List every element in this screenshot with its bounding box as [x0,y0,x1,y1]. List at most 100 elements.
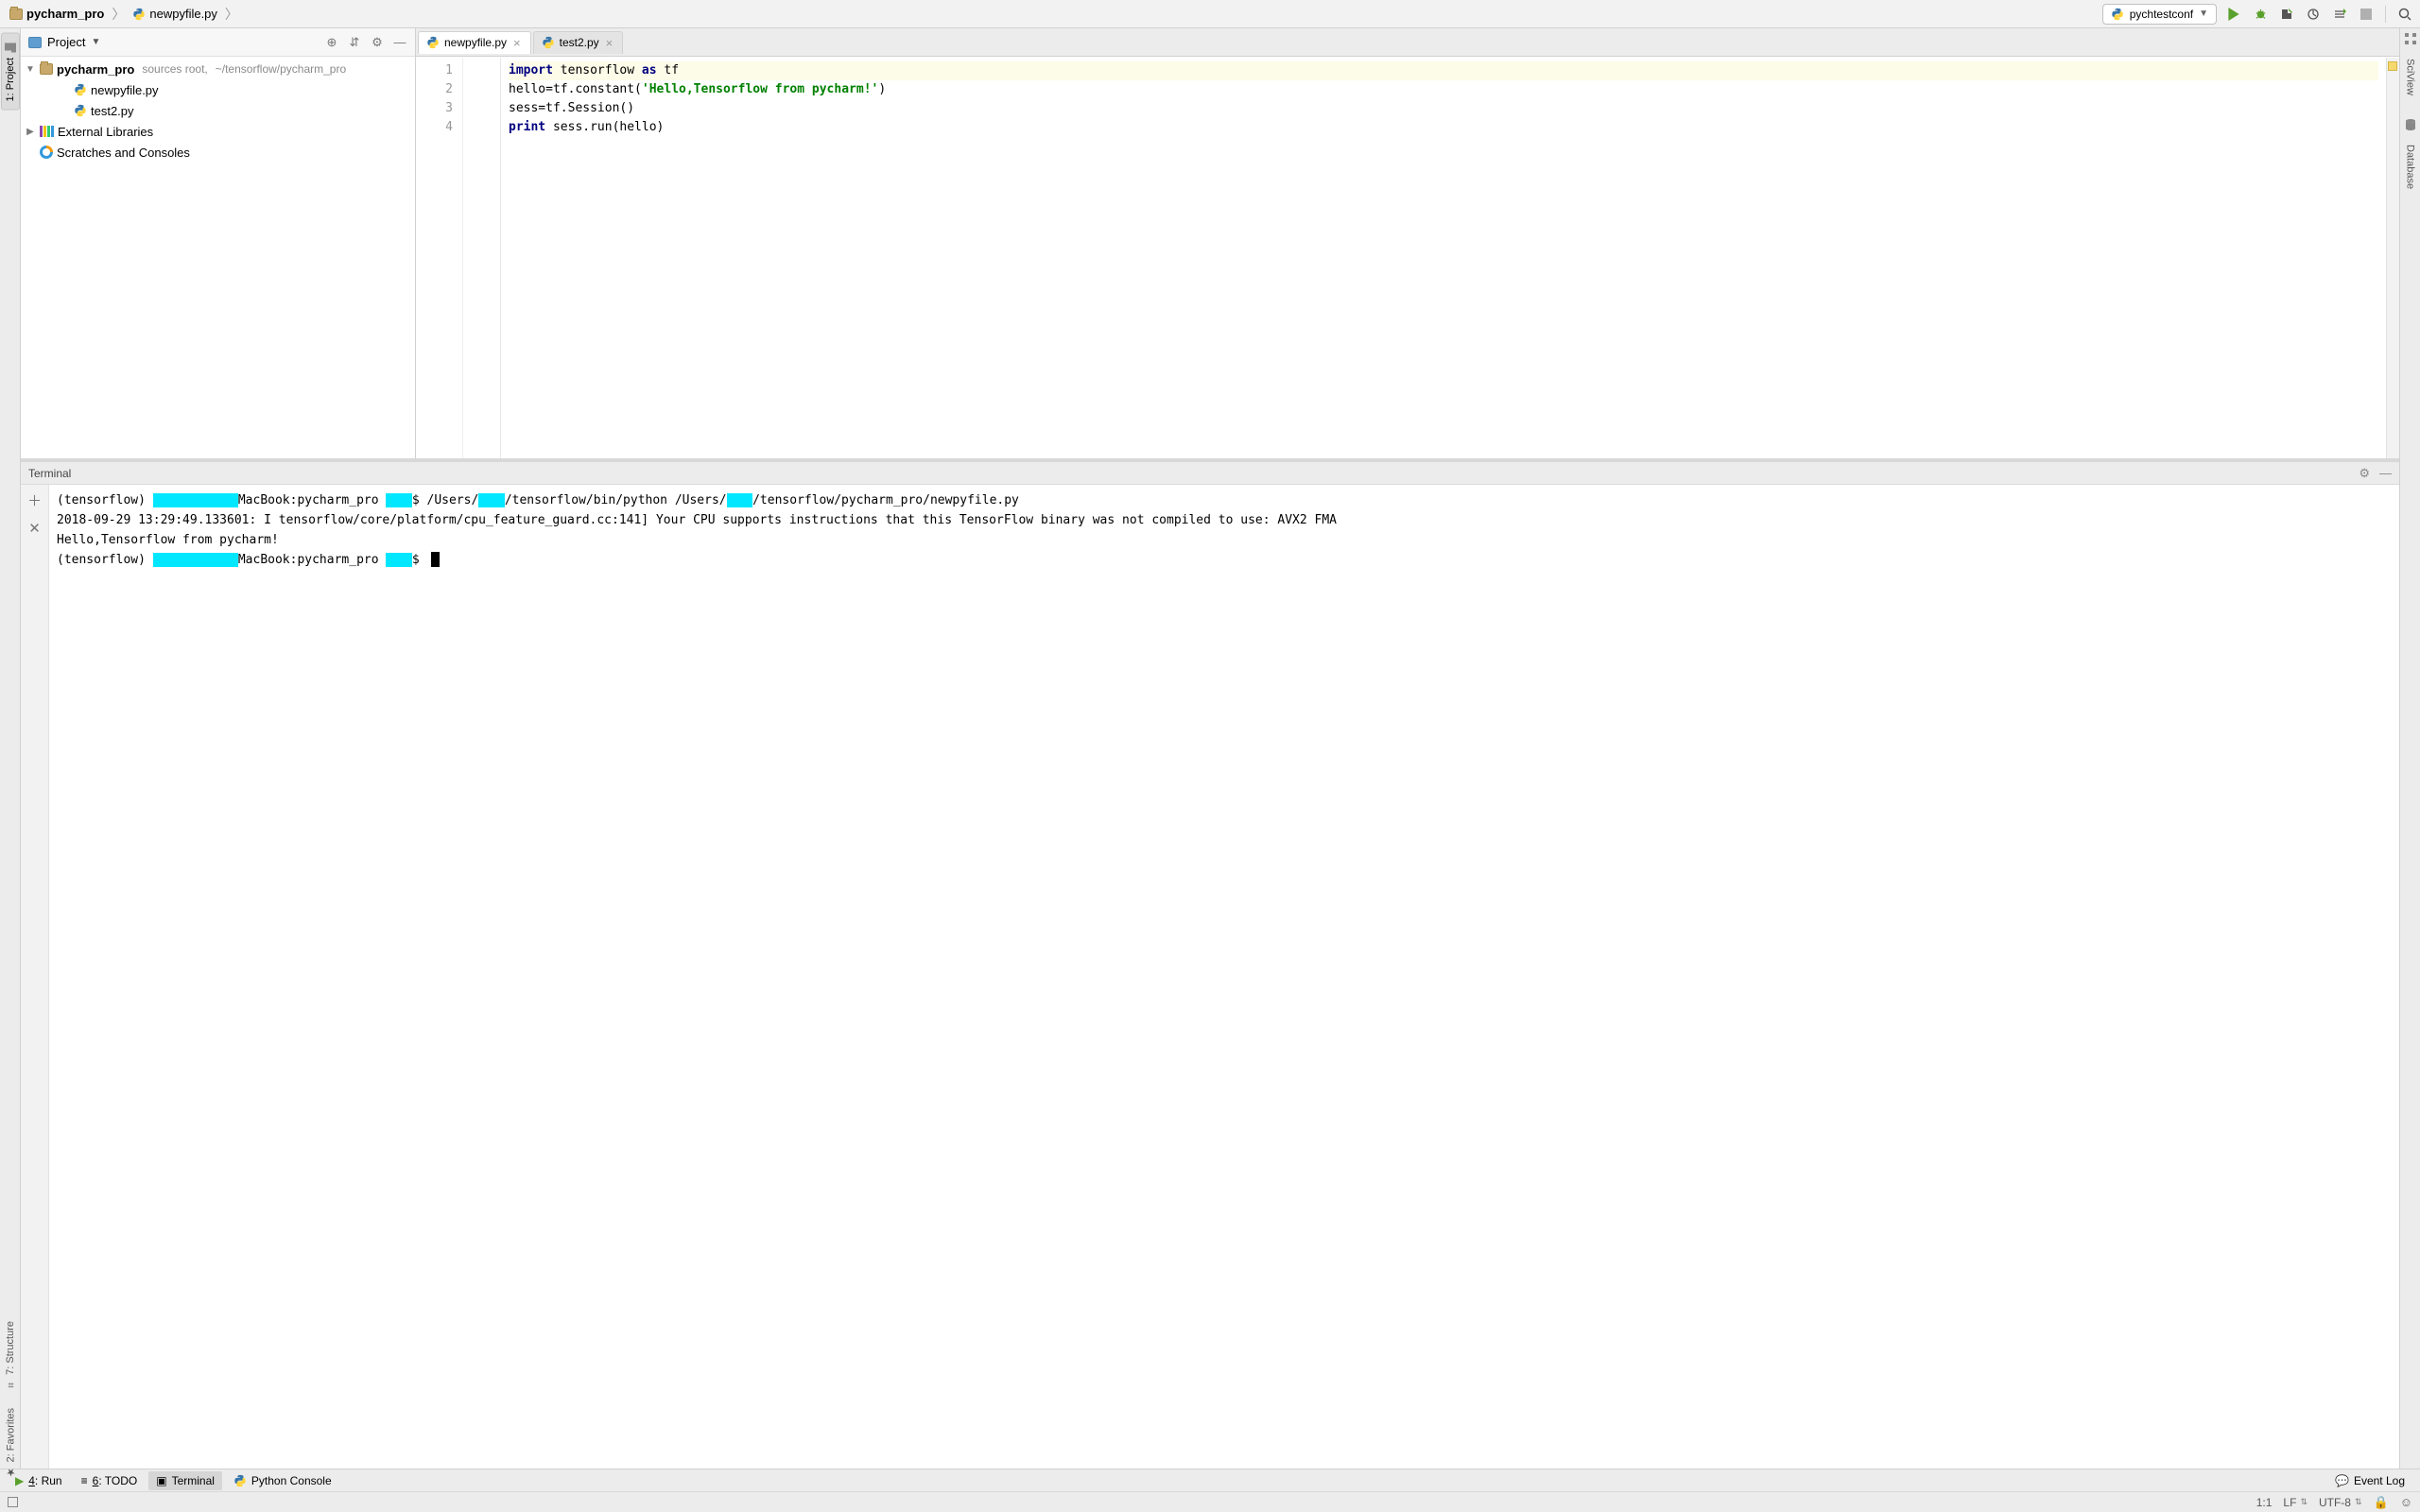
locate-button[interactable]: ⊕ [324,35,339,50]
close-session-button[interactable]: ✕ [28,520,41,537]
favorites-tool-tab[interactable]: ★ 2: Favorites [3,1400,19,1486]
inspections-indicator[interactable]: ☺ [2400,1495,2412,1509]
expand-all-button[interactable]: ⇵ [347,35,362,50]
python-file-icon [74,104,87,117]
code-token: tensorflow [553,63,642,77]
center-column: Project ▼ ⊕ ⇵ ⚙ — ▼ pycharm_pro [21,28,2399,1469]
redacted-text: xxx [727,493,752,507]
collapse-icon[interactable]: ▼ [25,64,36,75]
sciview-tool-tab[interactable]: SciView [2403,51,2418,103]
encoding-selector[interactable]: UTF-8⇅ [2319,1496,2362,1509]
editor-tab[interactable]: test2.py × [533,31,624,54]
terminal-cursor [431,552,440,567]
star-icon: ★ [5,1466,17,1478]
redacted-text: xxx [386,493,411,507]
database-icon[interactable] [2404,118,2417,131]
code-token: print [509,120,545,134]
status-text: UTF-8 [2319,1496,2351,1509]
database-tool-tab[interactable]: Database [2403,137,2418,197]
upper-split: Project ▼ ⊕ ⇵ ⚙ — ▼ pycharm_pro [21,28,2399,458]
tree-file[interactable]: newpyfile.py [21,79,415,100]
close-tab-button[interactable]: × [604,36,615,50]
breadcrumb-item-project[interactable]: pycharm_pro [6,5,108,23]
terminal-output[interactable]: (tensorflow) xxxxxxxxxxxMacBook:pycharm_… [49,485,2399,1469]
tab-label: Terminal [172,1474,215,1487]
breadcrumb-label: pycharm_pro [26,7,104,21]
python-console-tool-tab[interactable]: Python Console [226,1471,339,1490]
tree-file[interactable]: test2.py [21,100,415,121]
caret-position[interactable]: 1:1 [2256,1496,2273,1509]
editor-tabs: newpyfile.py × test2.py × [416,28,2399,57]
debug-button[interactable] [2251,5,2270,24]
code-token: hello=tf.constant( [509,82,642,96]
term-text: /tensorflow/bin/python /Users/ [505,493,727,507]
todo-tool-tab[interactable]: ≡ 6: TODO [74,1471,146,1490]
run-configuration-selector[interactable]: pychtestconf ▼ [2102,4,2217,25]
project-panel-header: Project ▼ ⊕ ⇵ ⚙ — [21,28,415,57]
code-area[interactable]: import tensorflow as tf hello=tf.constan… [501,58,2386,458]
terminal-side-toolbar: ＋ ✕ [21,485,49,1469]
python-file-icon [132,8,146,21]
tree-external-libraries[interactable]: ▶ External Libraries [21,121,415,142]
redacted-text: xxx [478,493,504,507]
chevron-right-icon: 〉 [223,5,240,24]
project-tool-tab[interactable]: 1: Project [1,32,20,110]
run-with-coverage-button[interactable] [2277,5,2296,24]
bottom-tool-bar: ▶ 4: Run ≡ 6: TODO ▣ Terminal Python Con… [0,1469,2420,1491]
settings-button[interactable]: ⚙ [2359,466,2370,481]
tool-windows-toggle[interactable] [8,1497,18,1507]
project-tree[interactable]: ▼ pycharm_pro sources root, ~/tensorflow… [21,57,415,458]
run-config-label: pychtestconf [2130,8,2193,21]
close-tab-button[interactable]: × [511,36,523,50]
scratches-icon [40,146,53,159]
editor-error-stripe[interactable] [2386,58,2399,458]
code-token: sess=tf.Session() [509,101,634,115]
search-everywhere-button[interactable] [2395,5,2414,24]
title-label: Project [47,35,85,49]
new-session-button[interactable]: ＋ [27,490,42,510]
main-area: 1: Project Project ▼ ⊕ ⇵ ⚙ — [0,28,2420,1469]
attach-button[interactable] [2330,5,2349,24]
structure-tool-tab[interactable]: ⌗ 7: Structure [3,1314,18,1397]
run-button[interactable] [2224,5,2243,24]
node-label: Scratches and Consoles [57,146,190,160]
node-label: test2.py [91,104,134,118]
readonly-toggle[interactable]: 🔒 [2374,1495,2389,1510]
stop-button[interactable] [2357,5,2376,24]
python-file-icon [426,36,440,49]
hide-button[interactable]: — [2379,466,2392,481]
term-text: 2018-09-29 13:29:49.133601: I tensorflow… [57,513,1337,527]
profile-button[interactable] [2304,5,2323,24]
terminal-icon: ▣ [156,1474,166,1487]
folder-icon [4,41,17,54]
editor-tab[interactable]: newpyfile.py × [418,31,531,54]
hide-button[interactable]: — [392,35,407,49]
redacted-text: xxx [386,553,411,567]
term-text: (tensorflow) [57,553,153,567]
warning-marker[interactable] [2388,61,2397,71]
project-panel-title[interactable]: Project ▼ [28,35,319,49]
structure-icon: ⌗ [5,1379,16,1389]
breadcrumb-label: newpyfile.py [149,7,217,21]
terminal-body: ＋ ✕ (tensorflow) xxxxxxxxxxxMacBook:pych… [21,485,2399,1469]
python-file-icon [542,36,555,49]
event-log-tab[interactable]: 💬 Event Log [2327,1471,2412,1490]
tab-label: 4: Run [28,1474,61,1487]
redacted-text: xxxxxxxxxxx [153,493,238,507]
grid-icon[interactable] [2404,32,2417,45]
line-separator-selector[interactable]: LF⇅ [2283,1496,2308,1509]
breadcrumb-item-file[interactable]: newpyfile.py [129,5,221,23]
expand-icon[interactable]: ▶ [25,127,36,137]
tree-root[interactable]: ▼ pycharm_pro sources root, ~/tensorflow… [21,59,415,79]
separator [2385,6,2386,23]
terminal-tool-tab[interactable]: ▣ Terminal [148,1471,222,1490]
project-header-actions: ⊕ ⇵ ⚙ — [324,35,407,50]
node-label: External Libraries [58,125,153,139]
code-token: sess.run(hello) [545,120,664,134]
tab-label: test2.py [560,36,599,49]
status-text: LF [2283,1496,2296,1509]
left-tool-gutter: 1: Project [0,28,21,1469]
tree-scratches[interactable]: Scratches and Consoles [21,142,415,163]
settings-button[interactable]: ⚙ [370,35,385,50]
code-token: tf [657,63,679,77]
